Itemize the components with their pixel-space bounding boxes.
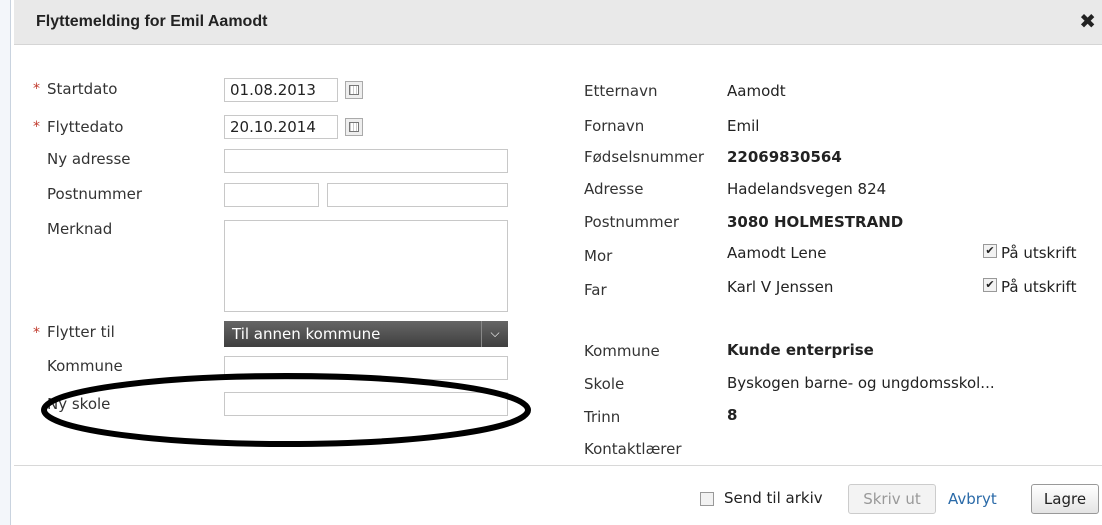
fodselsnummer-label: Fødselsnummer xyxy=(584,148,704,166)
required-marker: * xyxy=(33,325,40,341)
far-value: Karl V Jenssen xyxy=(727,278,834,296)
merknad-textarea[interactable] xyxy=(224,220,508,312)
dialog-titlebar: Flyttemelding for Emil Aamodt ✖ xyxy=(14,0,1102,45)
adresse-value: Hadelandsvegen 824 xyxy=(727,180,887,198)
flytter-til-select[interactable]: Til annen kommune ⌵ xyxy=(224,321,508,347)
fornavn-label: Fornavn xyxy=(584,117,645,135)
ny-skole-label: Ny skole xyxy=(47,395,111,413)
far-print-label: På utskrift xyxy=(1001,278,1077,296)
etternavn-value: Aamodt xyxy=(727,82,786,100)
ny-skole-input[interactable] xyxy=(224,392,508,416)
kommune-input[interactable] xyxy=(224,356,508,380)
trinn-value: 8 xyxy=(727,406,738,424)
background-window-edge xyxy=(0,0,11,525)
postnummer-label: Postnummer xyxy=(47,185,143,203)
postnummer-input[interactable] xyxy=(224,183,319,207)
required-marker: * xyxy=(33,81,40,97)
far-print-checkbox[interactable]: ✔ xyxy=(983,278,997,292)
flytter-til-value: Til annen kommune xyxy=(232,325,381,343)
trinn-label: Trinn xyxy=(584,408,621,426)
ny-adresse-input[interactable] xyxy=(224,149,508,173)
mor-print-checkbox[interactable]: ✔ xyxy=(983,244,997,258)
cancel-link[interactable]: Avbryt xyxy=(948,490,997,508)
skole-label: Skole xyxy=(584,375,625,393)
calendar-icon[interactable] xyxy=(345,81,363,99)
startdato-input[interactable]: 01.08.2013 xyxy=(224,78,338,102)
move-notice-dialog: Flyttemelding for Emil Aamodt ✖ xyxy=(14,0,1102,525)
flyttedato-label: Flyttedato xyxy=(47,118,124,136)
postnummer-info-label: Postnummer xyxy=(584,213,680,231)
print-button[interactable]: Skriv ut xyxy=(848,484,936,514)
required-marker: * xyxy=(33,119,40,135)
fornavn-value: Emil xyxy=(727,117,760,135)
ny-adresse-label: Ny adresse xyxy=(47,150,131,168)
save-button[interactable]: Lagre xyxy=(1031,484,1099,514)
chevron-down-icon[interactable]: ⌵ xyxy=(481,321,508,347)
flyttedato-input[interactable]: 20.10.2014 xyxy=(224,115,338,139)
footer-divider xyxy=(14,465,1102,466)
fodselsnummer-value: 22069830564 xyxy=(727,148,842,166)
mor-value: Aamodt Lene xyxy=(727,244,827,262)
calendar-icon[interactable] xyxy=(345,118,363,136)
kommune-label: Kommune xyxy=(47,357,123,375)
dialog-title: Flyttemelding for Emil Aamodt xyxy=(36,13,268,30)
mor-label: Mor xyxy=(584,247,613,265)
etternavn-label: Etternavn xyxy=(584,82,658,100)
flytter-til-label: Flytter til xyxy=(47,323,115,341)
kontaktlaerer-label: Kontaktlærer xyxy=(584,440,682,458)
far-label: Far xyxy=(584,281,607,299)
merknad-label: Merknad xyxy=(47,220,113,238)
adresse-label: Adresse xyxy=(584,180,644,198)
skole-value: Byskogen barne- og ungdomsskol... xyxy=(727,374,995,392)
close-icon[interactable]: ✖ xyxy=(1079,9,1096,33)
kommune-info-value: Kunde enterprise xyxy=(727,341,874,359)
startdato-label: Startdato xyxy=(47,80,118,98)
send-til-arkiv-checkbox[interactable] xyxy=(700,492,714,506)
postnummer-info-value: 3080 HOLMESTRAND xyxy=(727,213,904,231)
poststed-input[interactable] xyxy=(327,183,508,207)
send-til-arkiv-label: Send til arkiv xyxy=(724,489,823,507)
mor-print-label: På utskrift xyxy=(1001,244,1077,262)
kommune-info-label: Kommune xyxy=(584,342,660,360)
